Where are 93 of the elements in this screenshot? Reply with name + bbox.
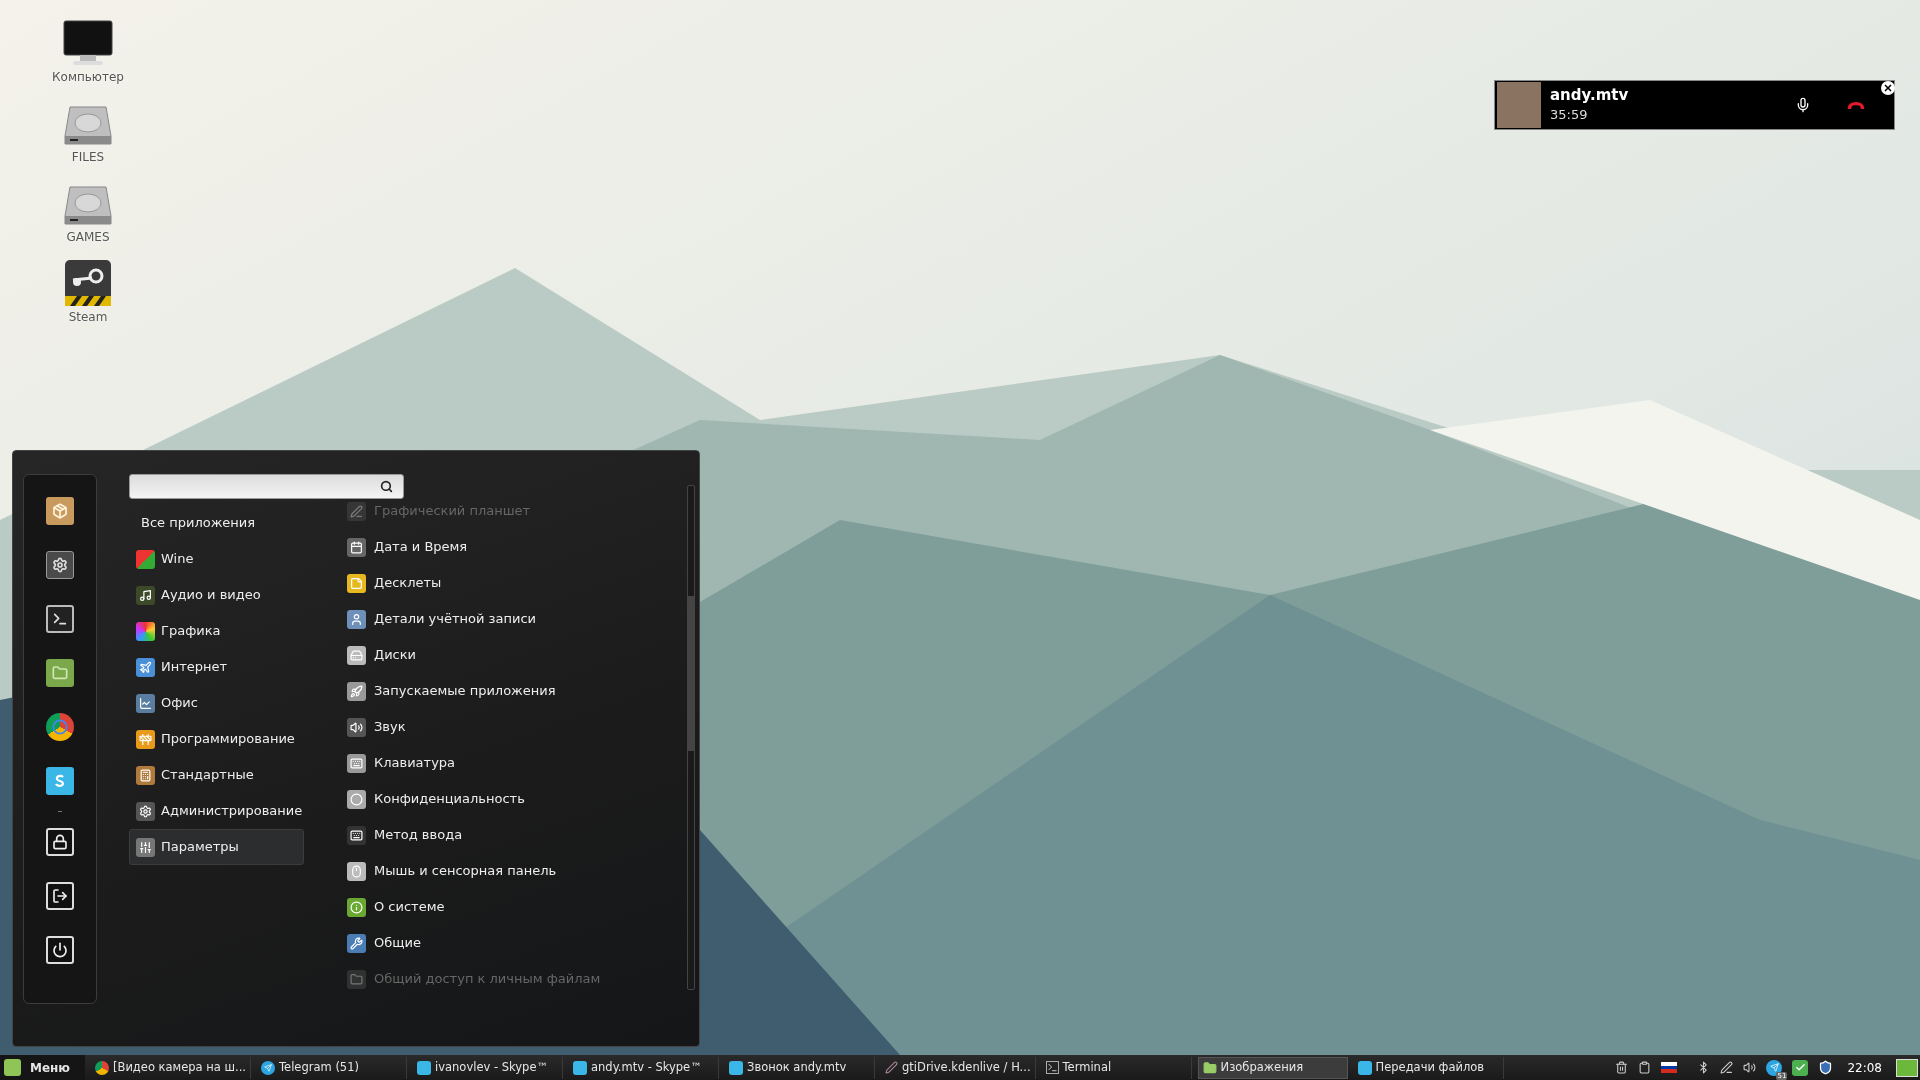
category-item[interactable]: Программирование: [129, 721, 304, 757]
taskbar-window-button[interactable]: ivanovlev - Skype™: [413, 1056, 564, 1079]
mouse-icon: [347, 861, 366, 881]
lock-icon[interactable]: [46, 828, 74, 856]
category-item[interactable]: Все приложения: [129, 505, 304, 541]
pen-icon[interactable]: [1720, 1061, 1734, 1074]
clipboard-icon[interactable]: [1638, 1061, 1652, 1074]
keyboard-icon: [347, 825, 366, 845]
keyboard-layout-flag-icon[interactable]: [1661, 1062, 1678, 1073]
chart-icon: [136, 693, 155, 713]
clock[interactable]: 22:08: [1847, 1058, 1882, 1077]
music-icon: [136, 585, 155, 605]
category-item[interactable]: Графика: [129, 613, 304, 649]
note-icon: [347, 573, 366, 593]
photo-placeholder: [1497, 82, 1541, 128]
palette-icon: [136, 621, 155, 641]
close-button[interactable]: [1881, 81, 1895, 95]
settings-app-item[interactable]: Запускаемые приложения: [347, 673, 677, 709]
taskbar-window-button[interactable]: Изображения: [1197, 1056, 1348, 1079]
desktop-icon-label[interactable]: FILES: [71, 148, 105, 166]
folder-icon: [347, 969, 366, 989]
terminal-icon[interactable]: [46, 605, 74, 633]
calendar-icon: [347, 537, 366, 557]
folder-icon: [1202, 1060, 1217, 1075]
settings-app-item[interactable]: Конфиденциальность: [347, 781, 677, 817]
terminal-icon: [1045, 1061, 1059, 1074]
mint-logo-icon: [4, 1059, 21, 1076]
logout-icon[interactable]: [46, 882, 74, 910]
wrench-icon: [347, 933, 366, 953]
browser-icon[interactable]: [46, 713, 74, 741]
taskbar-window-button[interactable]: Terminal: [1041, 1056, 1192, 1079]
desktop-icon-label[interactable]: Компьютер: [52, 68, 124, 86]
user-icon: [347, 609, 366, 629]
settings-app-item[interactable]: Диски: [347, 637, 677, 673]
settings-app-item[interactable]: Звук: [347, 709, 677, 745]
settings-app-item[interactable]: Мышь и сенсорная панель: [347, 853, 677, 889]
show-desktop-button[interactable]: [1896, 1058, 1918, 1077]
settings-app-item[interactable]: Детали учётной записи: [347, 601, 677, 637]
taskbar-window-button[interactable]: andy.mtv - Skype™: [569, 1056, 720, 1079]
taskbar-window-button[interactable]: Передачи файлов: [1353, 1056, 1504, 1079]
plane-icon: [136, 657, 155, 677]
category-item[interactable]: Стандартные: [129, 757, 304, 793]
keyboard-icon: [347, 753, 366, 773]
category-item[interactable]: Офис: [129, 685, 304, 721]
desktop-icon-label[interactable]: GAMES: [66, 228, 110, 246]
search-field[interactable]: [129, 474, 404, 499]
calculator-icon: [136, 765, 155, 785]
browser-icon: [95, 1060, 109, 1075]
trash-icon[interactable]: [1615, 1061, 1629, 1074]
settings-app-item[interactable]: Десклеты: [347, 565, 677, 601]
package-icon[interactable]: [46, 497, 74, 525]
volume-icon[interactable]: [1743, 1061, 1757, 1074]
shield-icon[interactable]: [1818, 1060, 1834, 1075]
taskbar-window-button[interactable]: Telegram (51): [257, 1056, 408, 1079]
settings-app-item[interactable]: Дата и Время: [347, 529, 677, 565]
speaker-icon: [347, 717, 366, 737]
scrollbar[interactable]: [687, 485, 695, 990]
hard-drive-icon: [64, 186, 112, 226]
hard-drive-icon: [64, 106, 112, 146]
telegram-icon: [261, 1060, 276, 1075]
power-icon[interactable]: [46, 936, 74, 964]
category-item[interactable]: Wine: [129, 541, 304, 577]
taskbar-window-button[interactable]: gtiDrive.kdenlive / H...: [881, 1056, 1036, 1079]
category-item[interactable]: Администрирование: [129, 793, 304, 829]
category-item[interactable]: Параметры: [129, 829, 304, 865]
settings-app-item[interactable]: Метод ввода: [347, 817, 677, 853]
pen-icon: [347, 501, 366, 521]
taskbar-window-button[interactable]: Звонок andy.mtv: [725, 1056, 876, 1079]
taskbar-window-button[interactable]: [Видео камера на ш...: [91, 1056, 252, 1079]
microphone-icon[interactable]: [1795, 97, 1811, 113]
pen-icon: [885, 1061, 899, 1074]
steam-icon: [65, 260, 111, 306]
monitor-icon: [63, 20, 113, 66]
settings-icon[interactable]: [46, 551, 74, 579]
hang-up-icon[interactable]: [1846, 100, 1866, 110]
settings-app-item[interactable]: Общие: [347, 925, 677, 961]
settings-app-item[interactable]: Клавиатура: [347, 745, 677, 781]
settings-icon: [136, 801, 155, 821]
category-item[interactable]: Аудио и видео: [129, 577, 304, 613]
menu-button[interactable]: Меню: [0, 1055, 85, 1080]
wine-flag-icon: [136, 549, 155, 569]
call-duration: 35:59: [1550, 106, 1589, 124]
sliders-icon: [136, 837, 155, 857]
category-item[interactable]: Интернет: [129, 649, 304, 685]
search-icon: [380, 480, 393, 493]
privacy-icon: [347, 789, 366, 809]
rocket-icon: [347, 681, 366, 701]
info-icon: [347, 897, 366, 917]
settings-app-item[interactable]: О системе: [347, 889, 677, 925]
check-icon[interactable]: [1792, 1059, 1809, 1076]
desktop-icon-label[interactable]: Steam: [68, 308, 108, 326]
construction-icon: [136, 729, 155, 749]
caller-name: andy.mtv: [1550, 85, 1629, 105]
